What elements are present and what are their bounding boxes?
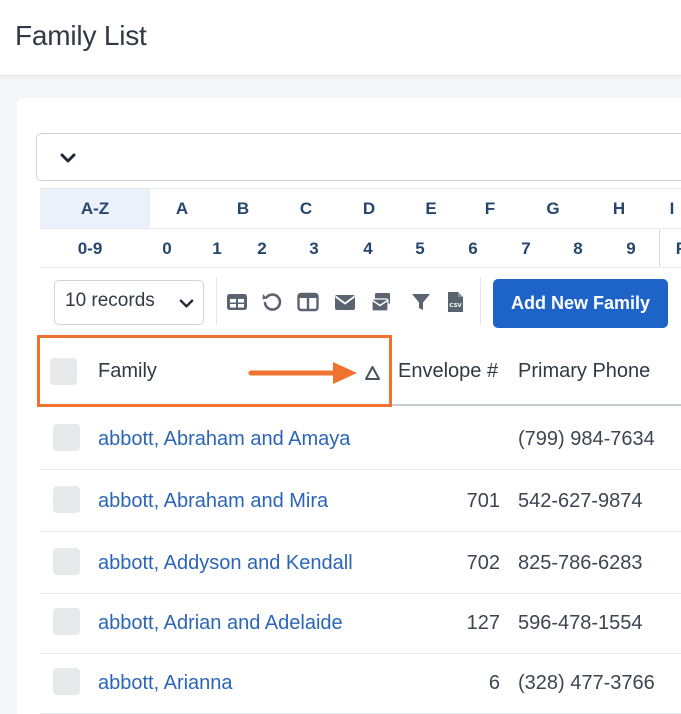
table-row: abbott, Arianna 6 (328) 477-3766	[40, 652, 681, 714]
alpha-filter-g[interactable]: G	[533, 189, 573, 228]
numeric-filter-9[interactable]: 9	[616, 229, 646, 268]
table-row: abbott, Abraham and Mira 701 542-627-987…	[40, 470, 681, 532]
alpha-divider	[659, 230, 660, 266]
column-header-envelope[interactable]: Envelope #	[398, 360, 498, 383]
numeric-filter-09[interactable]: 0-9	[70, 229, 110, 268]
filter-icon[interactable]	[410, 291, 432, 313]
records-per-page-select[interactable]: 10 records	[54, 280, 204, 325]
alpha-filter-az[interactable]: A-Z	[40, 189, 150, 228]
numeric-filter-1[interactable]: 1	[202, 229, 232, 268]
envelope-number: 702	[466, 552, 500, 574]
numeric-filter-5[interactable]: 5	[405, 229, 435, 268]
svg-text:CSV: CSV	[449, 303, 462, 309]
mail-merge-icon[interactable]	[371, 291, 393, 313]
envelope-number: 6	[488, 672, 500, 694]
alpha-filter-h[interactable]: H	[599, 189, 639, 228]
alpha-filter-a[interactable]: A	[162, 189, 202, 228]
toolbar-divider	[480, 277, 481, 325]
email-icon[interactable]	[334, 291, 356, 313]
row-checkbox[interactable]	[53, 668, 80, 695]
chevron-down-icon	[60, 153, 76, 163]
envelope-number: 701	[466, 490, 500, 512]
annotation-arrow-icon	[248, 362, 357, 384]
alpha-filter-b[interactable]: B	[223, 189, 263, 228]
family-link[interactable]: abbott, Addyson and Kendall	[98, 552, 353, 575]
primary-phone: 596-478-1554	[518, 612, 643, 634]
numeric-filter-3[interactable]: 3	[299, 229, 329, 268]
numeric-filter-2[interactable]: 2	[247, 229, 277, 268]
alpha-filter-i[interactable]: I	[662, 189, 681, 228]
alpha-filter-d[interactable]: D	[349, 189, 389, 228]
filter-dropdown[interactable]	[36, 133, 681, 181]
envelope-number: 127	[466, 612, 500, 634]
numeric-filter-7[interactable]: 7	[511, 229, 541, 268]
family-link[interactable]: abbott, Abraham and Amaya	[98, 428, 350, 451]
reset-icon[interactable]	[261, 291, 283, 313]
family-link[interactable]: abbott, Arianna	[98, 672, 233, 695]
alpha-filter-e[interactable]: E	[411, 189, 451, 228]
numeric-filter-0[interactable]: 0	[152, 229, 182, 268]
numeric-filter-8[interactable]: 8	[563, 229, 593, 268]
family-link[interactable]: abbott, Adrian and Adelaide	[98, 612, 343, 635]
chevron-down-icon	[179, 299, 194, 308]
family-link[interactable]: abbott, Abraham and Mira	[98, 490, 328, 513]
alpha-filter-f[interactable]: F	[470, 189, 510, 228]
toolbar-divider	[216, 277, 217, 325]
row-checkbox[interactable]	[53, 608, 80, 635]
table-row: abbott, Abraham and Amaya (799) 984-7634	[40, 408, 681, 470]
numeric-filter-6[interactable]: 6	[458, 229, 488, 268]
primary-phone: (328) 477-3766	[518, 672, 655, 694]
csv-export-icon[interactable]: CSV	[444, 291, 466, 313]
numeric-filter-f[interactable]: F	[674, 229, 681, 268]
columns-icon[interactable]	[297, 291, 319, 313]
page-header: Family List	[0, 0, 681, 76]
table-row: abbott, Adrian and Adelaide 127 596-478-…	[40, 592, 681, 654]
column-header-primary-phone[interactable]: Primary Phone	[518, 360, 650, 383]
primary-phone: 825-786-6283	[518, 552, 643, 574]
numeric-filter-4[interactable]: 4	[353, 229, 383, 268]
primary-phone: 542-627-9874	[518, 490, 643, 512]
table-view-icon[interactable]	[226, 291, 248, 313]
row-checkbox[interactable]	[53, 486, 80, 513]
alpha-filter-c[interactable]: C	[286, 189, 326, 228]
table-row: abbott, Addyson and Kendall 702 825-786-…	[40, 532, 681, 594]
page-title: Family List	[15, 20, 147, 51]
add-new-family-button[interactable]: Add New Family	[493, 279, 668, 328]
numeric-filter-row: 0-9 0 1 2 3 4 5 6 7 8 9 F	[40, 228, 681, 268]
primary-phone: (799) 984-7634	[518, 428, 655, 450]
records-select-value: 10 records	[65, 290, 155, 311]
alpha-filter-row: A-Z A B C D E F G H I	[40, 188, 681, 228]
row-checkbox[interactable]	[53, 548, 80, 575]
row-checkbox[interactable]	[53, 424, 80, 451]
